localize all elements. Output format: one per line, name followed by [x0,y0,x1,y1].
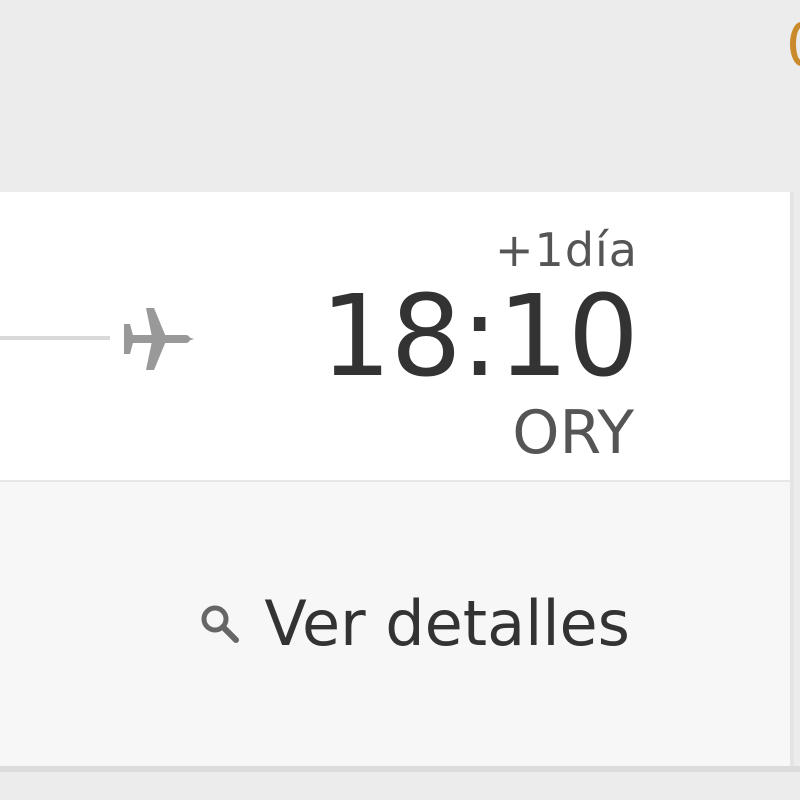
card-shadow [0,766,800,772]
arrival-time: 18:10 [320,272,639,402]
plane-icon [124,308,194,370]
arrival-airport-code: ORY [512,398,634,468]
card-divider [790,192,794,768]
view-details-label: Ver detalles [264,587,630,660]
search-icon [201,605,240,643]
arrival-day-offset: +1día [495,223,638,277]
view-details-link[interactable]: Ver detalles [196,588,630,660]
route-line [0,336,110,340]
accent-ring-icon [790,22,800,66]
flight-result-view: +1día 18:10 ORY Ver detalles [0,0,800,800]
